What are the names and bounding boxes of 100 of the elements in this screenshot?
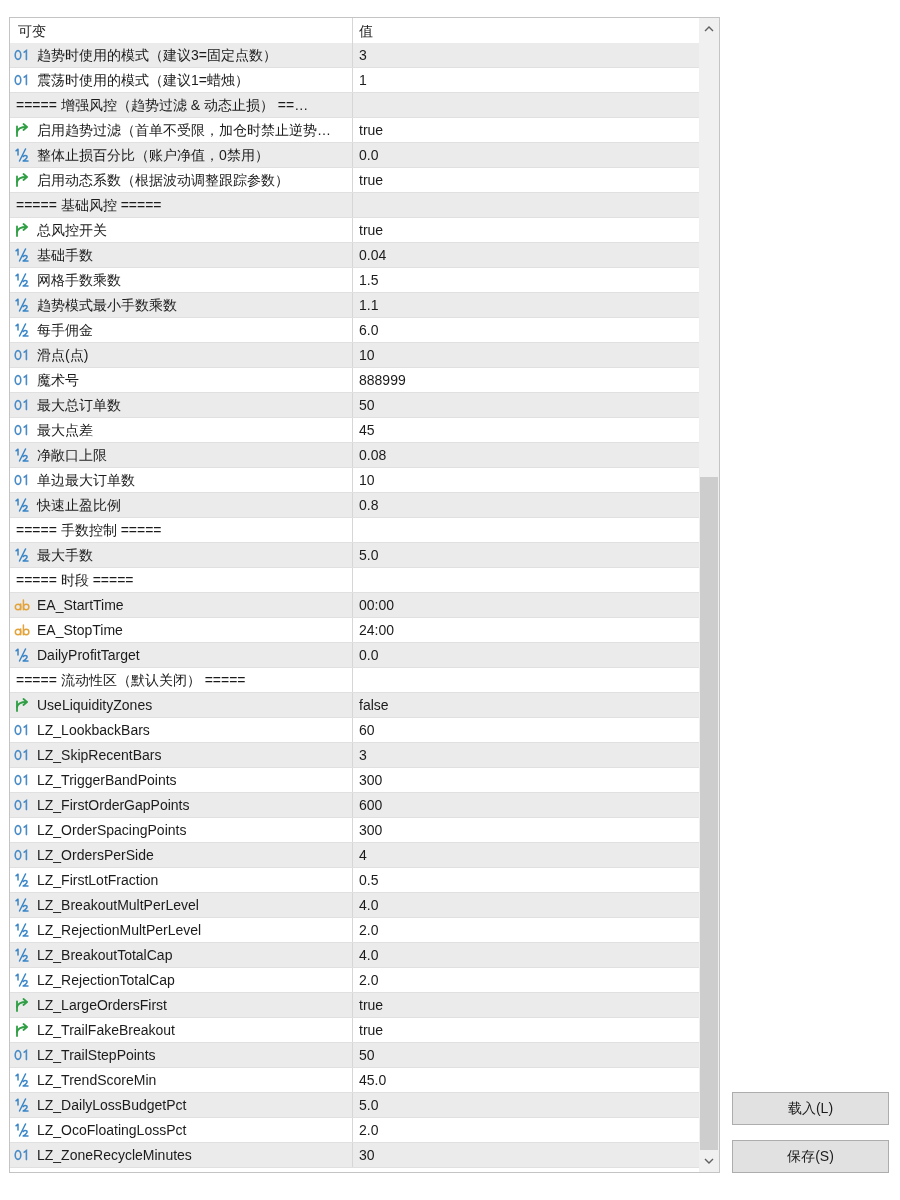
parameter-value: true [359,221,384,239]
parameter-value: 2.0 [359,921,379,939]
chevron-up-icon[interactable] [704,26,714,32]
parameter-value: true [359,1021,384,1039]
parameter-name: 总风控开关 [37,221,107,239]
digits-icon [14,474,30,486]
parameter-value: 00:00 [359,596,395,614]
digits-icon [14,399,30,411]
save-button[interactable]: 保存(S) [732,1140,889,1173]
table-row[interactable]: ===== 增强风控（趋势过滤 & 动态止损） ==… [10,93,699,118]
parameter-value: 0.04 [359,246,387,264]
table-row[interactable]: LZ_BreakoutMultPerLevel 4.0 [10,893,699,918]
table-row[interactable]: LZ_TrendScoreMin 45.0 [10,1068,699,1093]
table-row[interactable]: LZ_FirstLotFraction 0.5 [10,868,699,893]
fraction-icon [14,1123,30,1137]
table-row[interactable]: 最大点差 45 [10,418,699,443]
parameter-name: 最大手数 [37,546,93,564]
table-row[interactable]: ===== 时段 ===== [10,568,699,593]
fraction-icon [14,973,30,987]
parameter-name: LZ_LargeOrdersFirst [37,996,167,1014]
table-row[interactable]: 启用动态系数（根据波动调整跟踪参数） true [10,168,699,193]
table-row[interactable]: DailyProfitTarget 0.0 [10,643,699,668]
chevron-down-icon[interactable] [704,1158,714,1164]
digits-icon [14,1149,30,1161]
table-row[interactable]: 震荡时使用的模式（建议1=蜡烛） 1 [10,68,699,93]
fraction-icon [14,948,30,962]
parameter-value: 4 [359,846,367,864]
table-row[interactable]: LZ_FirstOrderGapPoints 600 [10,793,699,818]
section-heading: ===== 流动性区（默认关闭） ===== [16,671,246,689]
table-row[interactable]: 最大手数 5.0 [10,543,699,568]
table-row[interactable]: LZ_TrailFakeBreakout true [10,1018,699,1043]
table-row[interactable]: LZ_BreakoutTotalCap 4.0 [10,943,699,968]
digits-icon [14,724,30,736]
table-row[interactable]: ===== 基础风控 ===== [10,193,699,218]
fraction-icon [14,1098,30,1112]
table-row[interactable]: 趋势时使用的模式（建议3=固定点数） 3 [10,43,699,68]
table-row[interactable]: UseLiquidityZones false [10,693,699,718]
parameter-value: 1 [359,71,367,89]
parameter-value: 30 [359,1146,375,1164]
parameter-name: LZ_TrailFakeBreakout [37,1021,175,1039]
fraction-icon [14,548,30,562]
parameter-name: 净敞口上限 [37,446,107,464]
table-row[interactable]: 每手佣金 6.0 [10,318,699,343]
table-row[interactable]: ===== 手数控制 ===== [10,518,699,543]
parameter-value: 45 [359,421,375,439]
table-row[interactable]: EA_StopTime 24:00 [10,618,699,643]
letters-icon [14,624,30,636]
branch-arrow-icon [14,1023,30,1037]
parameter-value: 6.0 [359,321,379,339]
table-row[interactable]: LZ_OrdersPerSide 4 [10,843,699,868]
load-button[interactable]: 载入(L) [732,1092,889,1125]
digits-icon [14,349,30,361]
table-row[interactable]: 魔术号 888999 [10,368,699,393]
parameter-value: 10 [359,346,375,364]
table-row[interactable]: LZ_LookbackBars 60 [10,718,699,743]
column-header[interactable]: 值 [359,21,373,40]
digits-icon [14,749,30,761]
parameter-value: 1.5 [359,271,379,289]
digits-icon [14,1049,30,1061]
table-row[interactable]: LZ_DailyLossBudgetPct 5.0 [10,1093,699,1118]
parameter-value: true [359,121,384,139]
table-row[interactable]: ===== 流动性区（默认关闭） ===== [10,668,699,693]
parameter-value: 0.0 [359,646,379,664]
digits-icon [14,74,30,86]
column-header[interactable]: 可变 [18,21,46,40]
parameter-name: 滑点(点) [37,346,89,364]
table-row[interactable]: 快速止盈比例 0.8 [10,493,699,518]
section-heading: ===== 基础风控 ===== [16,196,162,214]
table-row[interactable]: LZ_LargeOrdersFirst true [10,993,699,1018]
table-row[interactable]: 网格手数乘数 1.5 [10,268,699,293]
scrollbar-thumb[interactable] [700,477,718,1150]
table-row[interactable]: 净敞口上限 0.08 [10,443,699,468]
table-row[interactable]: LZ_TriggerBandPoints 300 [10,768,699,793]
table-row[interactable]: 启用趋势过滤（首单不受限，加仓时禁止逆势… true [10,118,699,143]
table-row[interactable]: LZ_SkipRecentBars 3 [10,743,699,768]
section-heading: ===== 时段 ===== [16,571,134,589]
table-row[interactable]: LZ_RejectionTotalCap 2.0 [10,968,699,993]
table-row[interactable]: 最大总订单数 50 [10,393,699,418]
table-row[interactable]: 整体止损百分比（账户净值，0禁用） 0.0 [10,143,699,168]
table-row[interactable]: 趋势模式最小手数乘数 1.1 [10,293,699,318]
table-row[interactable]: 总风控开关 true [10,218,699,243]
table-row[interactable]: LZ_OrderSpacingPoints 300 [10,818,699,843]
table-row[interactable]: LZ_ZoneRecycleMinutes 30 [10,1143,699,1168]
table-row[interactable]: 单边最大订单数 10 [10,468,699,493]
parameter-name: 最大点差 [37,421,93,439]
table-row[interactable]: 基础手数 0.04 [10,243,699,268]
parameter-value: 300 [359,821,383,839]
table-row[interactable]: 滑点(点) 10 [10,343,699,368]
parameter-name: 趋势时使用的模式（建议3=固定点数） [37,46,277,64]
table-row[interactable]: LZ_TrailStepPoints 50 [10,1043,699,1068]
parameter-name: LZ_OrdersPerSide [37,846,154,864]
table-row[interactable]: LZ_RejectionMultPerLevel 2.0 [10,918,699,943]
parameter-name: UseLiquidityZones [37,696,153,714]
table-row[interactable]: EA_StartTime 00:00 [10,593,699,618]
table-row[interactable]: LZ_OcoFloatingLossPct 2.0 [10,1118,699,1143]
parameter-value: 60 [359,721,375,739]
fraction-icon [14,498,30,512]
parameter-value: 0.0 [359,146,379,164]
parameter-name: EA_StopTime [37,621,123,639]
parameter-name: LZ_SkipRecentBars [37,746,162,764]
